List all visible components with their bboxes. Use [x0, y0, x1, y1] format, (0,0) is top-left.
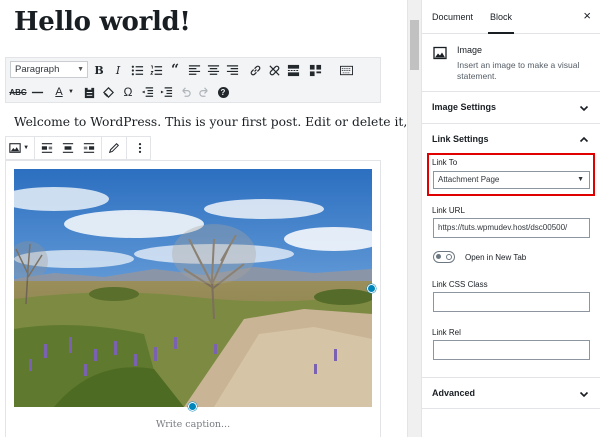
image-icon [433, 46, 447, 60]
align-left-icon[interactable] [185, 61, 203, 79]
read-more-icon[interactable] [284, 61, 302, 79]
resize-handle-bottom[interactable] [188, 402, 197, 411]
classic-editor-toolbar: Paragraph ▼ B I “ ABC A ▼ Ω ? [5, 57, 381, 103]
horizontal-line-icon[interactable] [28, 83, 46, 101]
editor-canvas: Hello world! Paragraph ▼ B I “ ABC A ▼ Ω… [0, 0, 407, 437]
format-select-value: Paragraph [15, 64, 60, 75]
align-center-icon [62, 143, 74, 153]
italic-icon[interactable]: I [109, 61, 127, 79]
paste-text-icon[interactable] [80, 83, 98, 101]
edit-image-button[interactable] [104, 137, 125, 159]
panel-title: Advanced [432, 388, 476, 398]
editor-scrollbar[interactable] [407, 0, 421, 437]
bullet-list-icon[interactable] [128, 61, 146, 79]
unlink-icon[interactable] [265, 61, 283, 79]
align-left-button[interactable] [37, 137, 58, 159]
link-icon[interactable] [246, 61, 264, 79]
settings-sidebar: Document Block × Image Insert an image t… [421, 0, 600, 437]
link-url-input[interactable]: https://tuts.wpmudev.host/dsc00500/ [433, 218, 590, 238]
open-in-new-tab-label: Open in New Tab [465, 253, 527, 262]
toolbar-divider [126, 137, 128, 159]
link-url-label: Link URL [432, 206, 465, 215]
annotation-highlight-box [427, 153, 595, 196]
chevron-down-icon [579, 391, 589, 398]
paragraph-text[interactable]: Welcome to WordPress. This is your first… [14, 115, 407, 129]
block-card: Image Insert an image to make a visual s… [422, 34, 600, 92]
chevron-down-icon: ▼ [23, 145, 30, 151]
tab-block[interactable]: Block [488, 0, 515, 34]
sidebar-tabs: Document Block × [422, 0, 600, 34]
image-icon [9, 143, 21, 153]
redo-icon[interactable] [195, 83, 213, 101]
resize-handle-right[interactable] [367, 284, 376, 293]
panel-title: Image Settings [432, 102, 497, 112]
change-block-type-button[interactable]: ▼ [6, 137, 32, 159]
landscape-photo [14, 169, 372, 407]
help-glyph: ? [217, 86, 229, 98]
image-caption-input[interactable]: Write caption... [14, 419, 372, 430]
special-character-icon[interactable]: Ω [119, 83, 137, 101]
tab-document[interactable]: Document [432, 0, 473, 34]
toolbar-divider [100, 137, 102, 159]
chevron-down-icon [579, 105, 589, 112]
align-right-button[interactable] [78, 137, 99, 159]
toolbar-toggle-icon[interactable] [306, 61, 324, 79]
align-center-icon[interactable] [204, 61, 222, 79]
align-left-icon [42, 143, 53, 153]
link-settings-panel-toggle[interactable]: Link Settings [422, 124, 600, 156]
align-right-icon [83, 143, 94, 153]
post-title[interactable]: Hello world! [14, 7, 191, 37]
open-in-new-tab-toggle[interactable] [433, 251, 455, 263]
outdent-icon[interactable] [138, 83, 156, 101]
block-description: Insert an image to make a visual stateme… [457, 60, 580, 81]
link-css-class-input[interactable] [433, 292, 590, 312]
chevron-down-icon[interactable]: ▼ [62, 83, 80, 101]
vertical-ellipsis-icon [138, 143, 141, 153]
toggle-knob [436, 254, 441, 259]
advanced-panel-toggle[interactable]: Advanced [422, 377, 600, 409]
block-image[interactable] [14, 169, 372, 407]
blockquote-icon[interactable]: “ [166, 61, 184, 79]
more-options-button[interactable] [129, 137, 150, 159]
link-css-class-label: Link CSS Class [432, 280, 488, 289]
undo-icon[interactable] [176, 83, 194, 101]
format-select[interactable]: Paragraph ▼ [10, 61, 88, 78]
close-icon[interactable]: × [583, 9, 591, 23]
pencil-icon [109, 142, 120, 154]
indent-icon[interactable] [157, 83, 175, 101]
image-block-toolbar: ▼ [5, 136, 151, 160]
link-rel-label: Link Rel [432, 328, 461, 337]
help-icon[interactable]: ? [214, 83, 232, 101]
bold-icon[interactable]: B [90, 61, 108, 79]
link-rel-input[interactable] [433, 340, 590, 360]
align-right-icon[interactable] [223, 61, 241, 79]
scrollbar-thumb[interactable] [410, 20, 419, 70]
block-name: Image [457, 45, 483, 55]
align-center-button[interactable] [58, 137, 79, 159]
image-settings-panel-toggle[interactable]: Image Settings [422, 92, 600, 124]
chevron-down-icon: ▼ [77, 66, 84, 73]
strikethrough-icon[interactable]: ABC [9, 83, 27, 101]
chevron-up-icon [579, 136, 589, 143]
clear-formatting-icon[interactable] [99, 83, 117, 101]
numbered-list-icon[interactable] [147, 61, 165, 79]
toggle-off-indicator [446, 253, 452, 260]
toolbar-divider [34, 137, 36, 159]
panel-title: Link Settings [432, 134, 489, 144]
keyboard-icon[interactable] [337, 61, 355, 79]
